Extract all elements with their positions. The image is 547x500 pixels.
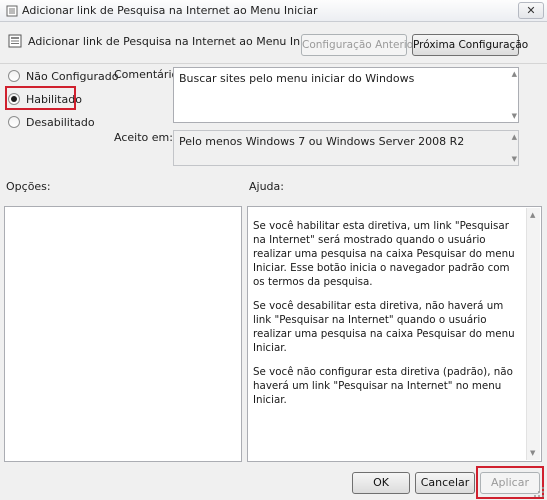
supported-on-field: Pelo menos Windows 7 ou Windows Server 2… [173,130,519,166]
help-label: Ajuda: [249,180,284,193]
supported-on-value: Pelo menos Windows 7 ou Windows Server 2… [179,135,465,148]
help-paragraph: Se você habilitar esta diretiva, um link… [253,220,515,288]
radio-circle[interactable] [8,70,20,82]
scroll-up-icon[interactable]: ▲ [512,70,517,78]
policy-icon [6,5,18,17]
scroll-down-icon[interactable]: ▼ [512,112,517,120]
scroll-up-icon[interactable]: ▲ [530,211,535,219]
scroll-up-icon[interactable]: ▲ [512,133,517,141]
comment-label: Comentário: [114,68,182,81]
radio-label: Não Configurado [26,69,119,83]
radio-disabled[interactable]: Desabilitado [8,114,95,130]
supported-on-label: Aceito em: [114,131,173,144]
comment-field[interactable]: Buscar sites pelo menu iniciar do Window… [173,67,519,123]
policy-setting-icon [8,34,22,48]
help-scrollbar[interactable]: ▲ ▼ [526,208,540,460]
radio-circle[interactable] [8,116,20,128]
next-setting-button[interactable]: Próxima Configuração [412,34,528,56]
comment-value: Buscar sites pelo menu iniciar do Window… [179,72,415,85]
options-pane [4,206,242,462]
window-title: Adicionar link de Pesquisa na Internet a… [22,4,318,17]
scroll-down-icon[interactable]: ▼ [512,155,517,163]
help-paragraph: Se você desabilitar esta diretiva, não h… [253,300,515,354]
cancel-button[interactable]: Cancelar [415,472,475,494]
close-icon: ✕ [526,4,536,17]
help-text: Se você habilitar esta diretiva, um link… [253,219,523,417]
scroll-down-icon[interactable]: ▼ [530,449,535,457]
header-divider [0,63,547,64]
close-button[interactable]: ✕ [518,2,544,19]
help-pane: Se você habilitar esta diretiva, um link… [247,206,542,462]
help-paragraph: Se você não configurar esta diretiva (pa… [253,366,513,406]
setting-title: Adicionar link de Pesquisa na Internet a… [28,35,324,48]
radio-not-configured[interactable]: Não Configurado [8,68,118,84]
previous-setting-button[interactable]: Configuração Anterior [301,34,417,56]
radio-label: Desabilitado [26,115,95,129]
options-label: Opções: [6,180,51,193]
ok-button[interactable]: OK [352,472,410,494]
resize-grip-icon[interactable] [533,486,545,498]
highlight-enabled-box [5,86,76,110]
